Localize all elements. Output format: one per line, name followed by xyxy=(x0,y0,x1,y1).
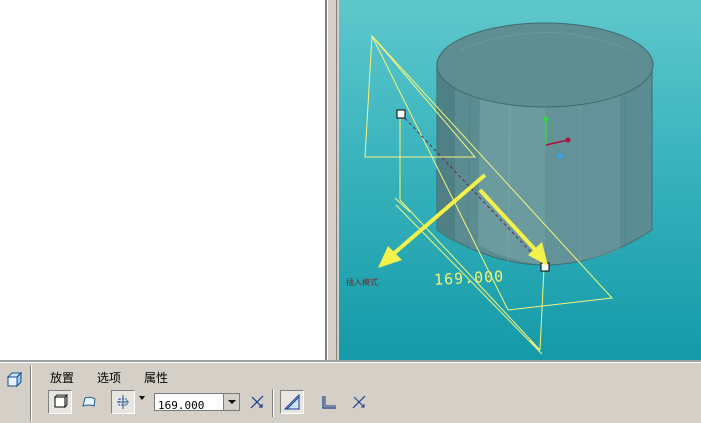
model-tree-panel[interactable] xyxy=(0,0,327,360)
solid-icon xyxy=(54,394,68,408)
remove-material-button[interactable] xyxy=(280,390,304,414)
tab-options[interactable]: 选项 xyxy=(97,369,121,386)
toolbar-separator xyxy=(272,389,274,417)
extrude-feature-icon xyxy=(3,367,27,391)
tab-properties[interactable]: 属性 xyxy=(144,369,168,386)
thicken-icon xyxy=(322,396,336,409)
blind-depth-icon xyxy=(117,395,129,409)
solid-button[interactable] xyxy=(48,390,72,414)
tab-placement[interactable]: 放置 xyxy=(50,369,74,386)
chevron-down-icon xyxy=(227,400,236,404)
drag-handle-start xyxy=(396,109,406,119)
remove-material-icon xyxy=(283,393,300,410)
insert-mode-label: 插入模式 xyxy=(346,277,378,287)
flip-thicken-button[interactable] xyxy=(347,390,371,414)
depth-option-dropdown-icon[interactable] xyxy=(139,396,145,400)
depth-value-input[interactable] xyxy=(155,397,227,414)
cylinder-top-face xyxy=(436,22,654,108)
surface-button[interactable] xyxy=(77,390,101,414)
flip-direction-icon xyxy=(250,395,264,409)
toolbar-separator xyxy=(30,365,32,421)
depth-dropdown-button[interactable] xyxy=(223,394,239,410)
graphics-viewport[interactable]: 插入模式 169.000 xyxy=(339,0,701,360)
depth-value-combo[interactable] xyxy=(154,393,240,414)
dashboard: 放置 选项 属性 xyxy=(0,362,701,423)
panel-divider[interactable] xyxy=(327,0,337,360)
model-scene: 插入模式 169.000 xyxy=(346,22,654,355)
flip-direction-button[interactable] xyxy=(245,390,269,414)
thicken-button[interactable] xyxy=(317,390,341,414)
surface-icon xyxy=(82,396,96,407)
depth-dimension-label[interactable]: 169.000 xyxy=(434,267,505,289)
depth-option-button[interactable] xyxy=(111,390,135,414)
flip-thicken-icon xyxy=(352,395,366,409)
